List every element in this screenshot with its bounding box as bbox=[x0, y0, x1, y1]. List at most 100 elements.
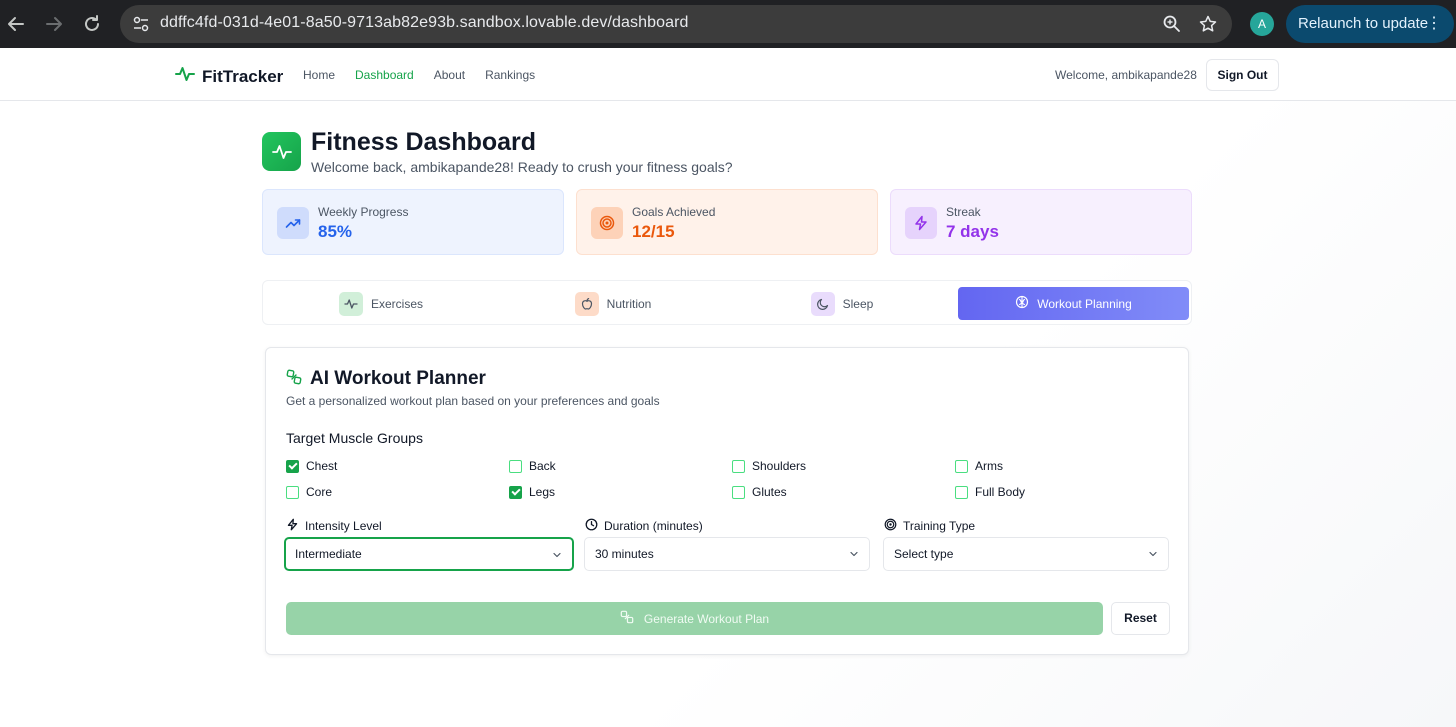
activity-icon bbox=[339, 291, 363, 316]
checkbox-label: Core bbox=[306, 485, 333, 499]
training-type-label-text: Training Type bbox=[903, 519, 976, 533]
tab-label: Exercises bbox=[370, 296, 423, 311]
checkbox-box[interactable] bbox=[286, 459, 299, 473]
profile-avatar[interactable]: A bbox=[1250, 12, 1274, 36]
checkbox-label: Arms bbox=[975, 459, 1003, 473]
tab-workout-planning[interactable]: Workout Planning bbox=[958, 287, 1189, 320]
checkbox-glutes[interactable]: Glutes bbox=[732, 485, 787, 499]
checkbox-box[interactable] bbox=[732, 485, 745, 499]
generate-label: Generate Workout Plan bbox=[643, 611, 770, 626]
sparkles-icon bbox=[620, 610, 634, 627]
sparkles-icon bbox=[286, 369, 302, 390]
stat-card-weekly-progress: Weekly Progress 85% bbox=[262, 189, 564, 255]
zap-icon bbox=[905, 207, 937, 239]
stat-card-goals-achieved: Goals Achieved 12/15 bbox=[576, 189, 878, 255]
chevron-down-icon bbox=[553, 552, 561, 558]
tab-label: Nutrition bbox=[606, 296, 652, 311]
relaunch-button[interactable]: Relaunch to update ⋮ bbox=[1286, 5, 1454, 43]
reset-button[interactable]: Reset bbox=[1111, 602, 1170, 635]
intensity-label-text: Intensity Level bbox=[305, 519, 382, 533]
nav-about[interactable]: About bbox=[434, 68, 465, 82]
chevron-down-icon bbox=[1149, 551, 1157, 557]
page-subtitle: Welcome back, ambikapande28! Ready to cr… bbox=[311, 159, 733, 175]
checkbox-shoulders[interactable]: Shoulders bbox=[732, 459, 806, 473]
stat-card-streak: Streak 7 days bbox=[890, 189, 1192, 255]
tab-sleep[interactable]: Sleep bbox=[809, 287, 875, 320]
back-arrow-icon[interactable] bbox=[4, 12, 28, 36]
select-value: 30 minutes bbox=[595, 547, 654, 561]
zoom-icon[interactable] bbox=[1162, 14, 1182, 34]
zap-icon bbox=[286, 518, 299, 534]
app-header: FitTracker Home Dashboard About Rankings… bbox=[0, 48, 1456, 101]
stat-value: 7 days bbox=[946, 222, 999, 241]
checkbox-box[interactable] bbox=[955, 485, 968, 499]
site-settings-icon[interactable] bbox=[132, 15, 150, 33]
trending-up-icon bbox=[277, 207, 309, 239]
nav-rankings[interactable]: Rankings bbox=[485, 68, 535, 82]
address-bar[interactable]: ddffc4fd-031d-4e01-8a50-9713ab82e93b.san… bbox=[120, 5, 1232, 43]
select-value: Intermediate bbox=[295, 547, 362, 561]
checkbox-box[interactable] bbox=[509, 459, 522, 473]
activity-icon bbox=[175, 64, 195, 89]
reload-icon[interactable] bbox=[80, 12, 104, 36]
nav-home[interactable]: Home bbox=[303, 68, 335, 82]
stat-value: 85% bbox=[318, 222, 353, 241]
stat-label: Streak bbox=[946, 205, 981, 219]
more-vertical-icon[interactable]: ⋮ bbox=[1426, 5, 1442, 43]
muscle-groups-title: Target Muscle Groups bbox=[286, 430, 423, 446]
forward-arrow-icon[interactable] bbox=[42, 12, 66, 36]
intensity-select[interactable]: Intermediate bbox=[284, 537, 574, 571]
apple-icon bbox=[574, 291, 599, 316]
moon-icon bbox=[810, 291, 835, 316]
checkbox-label: Chest bbox=[306, 459, 338, 473]
planner-description: Get a personalized workout plan based on… bbox=[286, 394, 660, 408]
duration-label-text: Duration (minutes) bbox=[604, 519, 703, 533]
clock-icon bbox=[585, 518, 598, 534]
training-type-select[interactable]: Select type bbox=[883, 537, 1169, 571]
tab-nutrition[interactable]: Nutrition bbox=[571, 287, 655, 320]
brain-icon bbox=[1015, 295, 1029, 312]
browser-toolbar: ddffc4fd-031d-4e01-8a50-9713ab82e93b.san… bbox=[0, 0, 1456, 48]
target-icon bbox=[884, 518, 897, 534]
target-icon bbox=[591, 207, 623, 239]
checkbox-box[interactable] bbox=[509, 485, 522, 499]
bookmark-star-icon[interactable] bbox=[1198, 14, 1218, 34]
brand-name: FitTracker bbox=[202, 66, 284, 86]
relaunch-label: Relaunch to update bbox=[1298, 15, 1429, 32]
dashboard-activity-icon bbox=[262, 132, 301, 171]
checkbox-full-body[interactable]: Full Body bbox=[955, 485, 1025, 499]
select-value: Select type bbox=[894, 547, 954, 561]
checkbox-label: Back bbox=[529, 459, 556, 473]
page-title: Fitness Dashboard bbox=[311, 128, 537, 156]
sign-out-button[interactable]: Sign Out bbox=[1206, 59, 1279, 91]
checkbox-back[interactable]: Back bbox=[509, 459, 556, 473]
dashboard-tabs: Exercises Nutrition Sleep Workout Planni… bbox=[262, 280, 1192, 325]
checkbox-label: Glutes bbox=[752, 485, 787, 499]
checkbox-chest[interactable]: Chest bbox=[286, 459, 337, 473]
checkbox-core[interactable]: Core bbox=[286, 485, 332, 499]
planner-header: AI Workout Planner bbox=[286, 368, 486, 390]
stat-label: Weekly Progress bbox=[318, 205, 409, 219]
nav-dashboard[interactable]: Dashboard bbox=[355, 68, 414, 82]
tab-exercises[interactable]: Exercises bbox=[339, 287, 423, 320]
checkbox-arms[interactable]: Arms bbox=[955, 459, 1003, 473]
checkbox-box[interactable] bbox=[286, 485, 299, 499]
duration-select[interactable]: 30 minutes bbox=[584, 537, 870, 571]
welcome-text: Welcome, ambikapande28 bbox=[1055, 68, 1197, 82]
intensity-label: Intensity Level bbox=[286, 518, 382, 534]
training-type-label: Training Type bbox=[884, 518, 975, 534]
checkbox-label: Legs bbox=[529, 485, 556, 499]
planner-title: AI Workout Planner bbox=[310, 368, 486, 389]
duration-label: Duration (minutes) bbox=[585, 518, 703, 534]
stat-value: 12/15 bbox=[632, 222, 675, 241]
chevron-down-icon bbox=[850, 551, 858, 557]
checkbox-legs[interactable]: Legs bbox=[509, 485, 555, 499]
tab-label: Sleep bbox=[842, 296, 874, 311]
brand-logo[interactable]: FitTracker bbox=[175, 64, 283, 89]
stat-label: Goals Achieved bbox=[632, 205, 716, 219]
url-text[interactable]: ddffc4fd-031d-4e01-8a50-9713ab82e93b.san… bbox=[160, 14, 689, 32]
checkbox-box[interactable] bbox=[732, 459, 745, 473]
tab-label: Workout Planning bbox=[1037, 296, 1132, 311]
checkbox-box[interactable] bbox=[955, 459, 968, 473]
generate-workout-plan-button[interactable]: Generate Workout Plan bbox=[286, 602, 1103, 635]
